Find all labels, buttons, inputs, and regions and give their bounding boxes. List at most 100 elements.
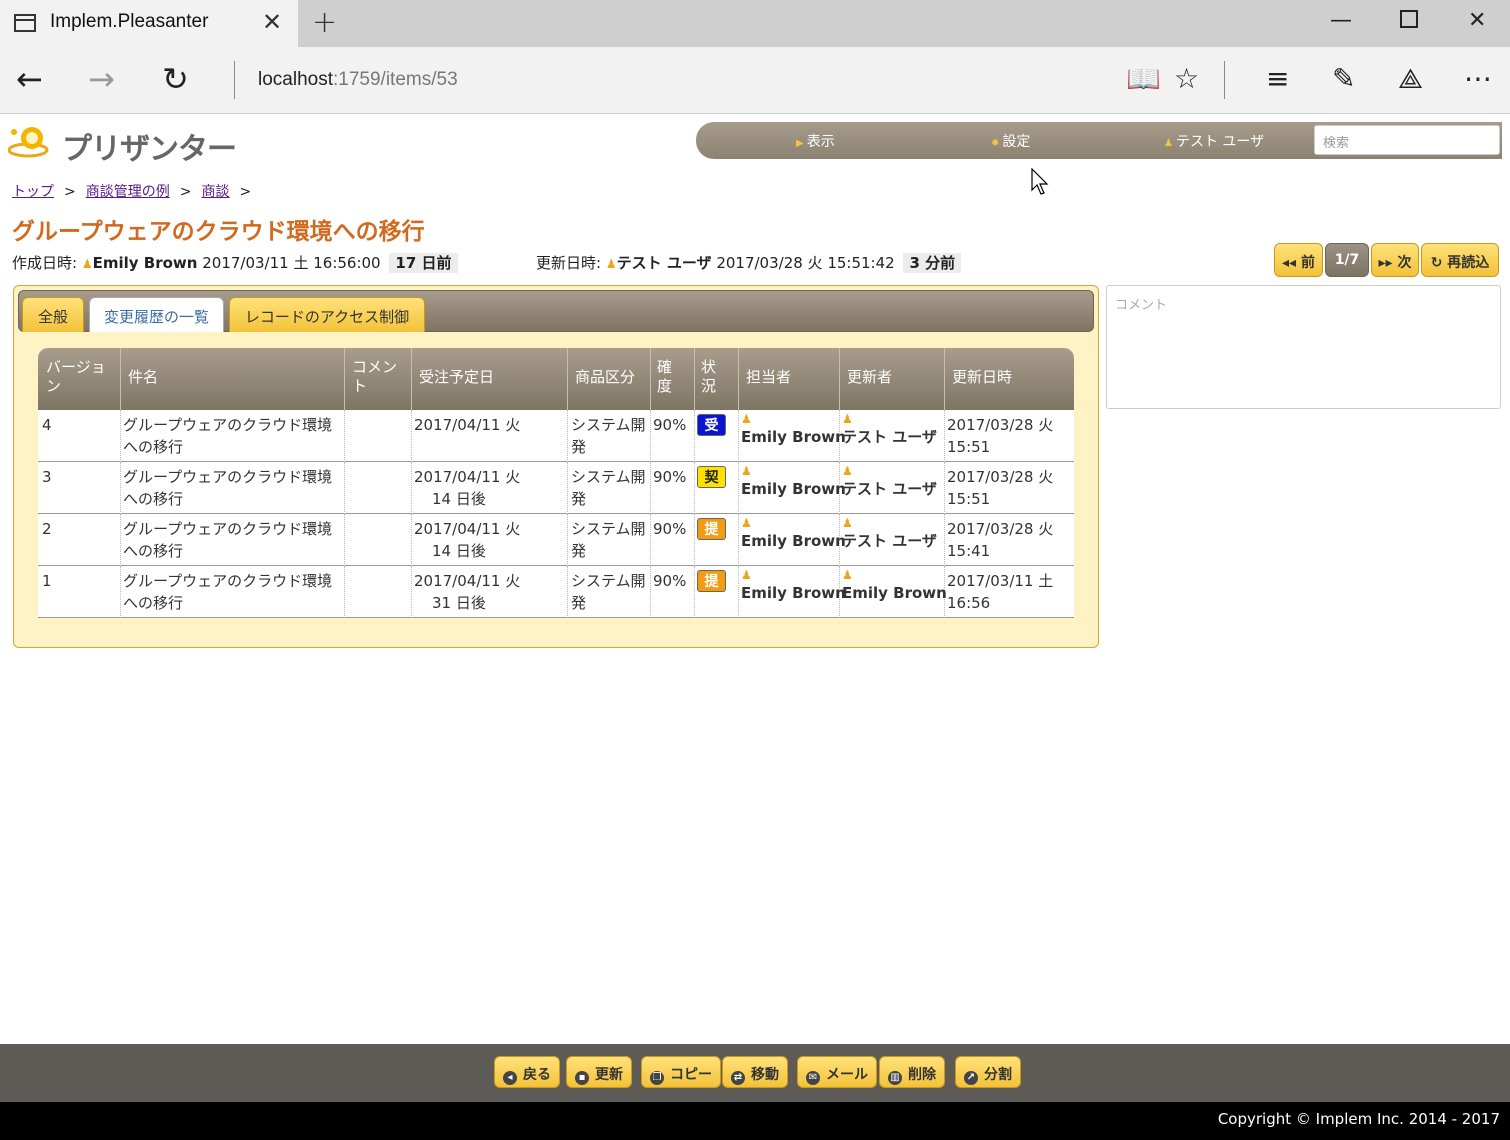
split-button[interactable]: ↗ 分割 [955, 1056, 1021, 1088]
share-icon[interactable]: ⟁ [1398, 61, 1423, 97]
table-row[interactable]: 1 グループウェアのクラウド環境 への移行 2017/04/11 火 31 日後 シ… [38, 566, 1074, 618]
col-order-date[interactable]: 受注予定日 [419, 368, 494, 387]
user-icon: ♟ [741, 516, 752, 530]
nav-view[interactable]: ▶ 表示 [796, 131, 835, 151]
cell-updated-at: 2017/03/28 火 15:51 [947, 416, 1054, 456]
updated-info: 更新日時: ♟テスト ユーザ 2017/03/28 火 15:51:42 3 分… [536, 252, 962, 273]
next-record-button[interactable]: ▸▸ 次 [1371, 243, 1419, 277]
cell-title: グループウェアのクラウド環境 への移行 [123, 520, 333, 560]
col-probability[interactable]: 確度 [657, 358, 679, 396]
cell-updated-at: 2017/03/11 土 16:56 [947, 572, 1054, 612]
cell-probability: 90% [653, 572, 687, 590]
editor-tabstrip: 全般 変更履歴の一覧 レコードのアクセス制御 [18, 290, 1094, 332]
tab-general[interactable]: 全般 [22, 297, 84, 332]
created-info: 作成日時: ♟Emily Brown 2017/03/11 土 16:56:00… [12, 252, 458, 273]
nav-user[interactable]: ♟ テスト ユーザ [1164, 131, 1264, 151]
external-link-icon: ↗ [964, 1071, 978, 1085]
browser-tab[interactable]: Implem.Pleasanter ✕ [0, 0, 298, 47]
logo-text: プリザンター [62, 132, 237, 167]
mail-icon: ✉ [806, 1071, 820, 1085]
comment-input[interactable]: コメント [1106, 285, 1501, 409]
gear-icon: ✹ [991, 138, 1000, 149]
status-badge: 提 [697, 518, 726, 540]
reload-icon: ↻ [1430, 255, 1443, 271]
copyright: Copyright © Implem Inc. 2014 - 2017 [0, 1102, 1510, 1140]
new-tab-icon[interactable]: + [312, 5, 337, 40]
window-close-icon[interactable]: ✕ [1468, 8, 1486, 33]
col-status[interactable]: 状況 [701, 358, 723, 396]
back-button[interactable]: ◂ 戻る [494, 1056, 560, 1088]
page-icon [14, 14, 36, 32]
hub-icon[interactable]: ≡ [1266, 61, 1289, 97]
delete-button[interactable]: ▥ 削除 [879, 1056, 945, 1088]
cell-updater: ♟ テスト ユーザ [842, 516, 937, 550]
col-category[interactable]: 商品区分 [575, 368, 635, 387]
tab-title: Implem.Pleasanter [50, 11, 209, 32]
reload-button[interactable]: ↻ 再読込 [1421, 243, 1499, 277]
caret-right-icon: ▶ [796, 138, 804, 149]
cell-owner: ♟ Emily Brown [741, 568, 846, 602]
minimize-icon[interactable]: — [1330, 8, 1352, 33]
created-user: Emily Brown [92, 254, 198, 272]
table-row[interactable]: 4 グループウェアのクラウド環境 への移行 2017/04/11 火 システム開発… [38, 410, 1074, 462]
cell-updated-at: 2017/03/28 火 15:41 [947, 520, 1054, 560]
logo-icon [8, 127, 49, 158]
cell-version: 2 [42, 520, 52, 538]
cell-version: 4 [42, 416, 52, 434]
close-tab-icon[interactable]: ✕ [262, 8, 282, 36]
copy-button[interactable]: ❐ コピー [641, 1056, 721, 1088]
search-input[interactable]: 検索 [1314, 125, 1500, 155]
updated-ago: 3 分前 [903, 253, 962, 273]
col-version[interactable]: バージョン [46, 358, 116, 396]
col-updater[interactable]: 更新者 [847, 368, 892, 387]
maximize-icon[interactable] [1400, 10, 1418, 28]
breadcrumb-top[interactable]: トップ [12, 184, 54, 200]
cell-updater: ♟ テスト ユーザ [842, 464, 937, 498]
reading-view-icon[interactable]: 📖 [1126, 61, 1161, 97]
record-position: 1/7 [1325, 243, 1369, 277]
created-at: 2017/03/11 土 16:56:00 [202, 254, 381, 272]
cell-category: システム開発 [571, 416, 646, 456]
cell-version: 3 [42, 468, 52, 486]
nav-settings[interactable]: ✹ 設定 [991, 131, 1030, 151]
command-bar: ◂ 戻る ▪ 更新 ❐ コピー ⇄ 移動 ✉ メール ▥ 削除 ↗ 分割 [0, 1044, 1510, 1102]
status-badge: 提 [697, 570, 726, 592]
cell-title: グループウェアのクラウド環境 への移行 [123, 416, 333, 456]
tab-history[interactable]: 変更履歴の一覧 [89, 297, 224, 332]
url-field[interactable]: localhost:1759/items/53 [258, 69, 458, 91]
prev-record-button[interactable]: ◂◂ 前 [1274, 243, 1323, 277]
col-owner[interactable]: 担当者 [746, 368, 791, 387]
cell-owner: ♟ Emily Brown [741, 412, 846, 446]
user-icon: ♟ [741, 464, 752, 478]
mail-button[interactable]: ✉ メール [797, 1056, 877, 1088]
trash-icon: ▥ [888, 1071, 902, 1085]
table-row[interactable]: 2 グループウェアのクラウド環境 への移行 2017/04/11 火 14 日後 シ… [38, 514, 1074, 566]
breadcrumb-deals[interactable]: 商談 [201, 184, 229, 200]
created-ago: 17 日前 [389, 253, 458, 273]
table-row[interactable]: 3 グループウェアのクラウド環境 への移行 2017/04/11 火 14 日後 シ… [38, 462, 1074, 514]
forward-icon[interactable]: → [88, 61, 115, 97]
more-icon[interactable]: ⋯ [1464, 61, 1492, 97]
breadcrumb-example[interactable]: 商談管理の例 [86, 184, 170, 200]
cell-title: グループウェアのクラウド環境 への移行 [123, 468, 333, 508]
save-icon: ▪ [575, 1071, 589, 1085]
back-circle-icon: ◂ [503, 1071, 517, 1085]
cell-owner: ♟ Emily Brown [741, 464, 846, 498]
tab-access-control[interactable]: レコードのアクセス制御 [229, 297, 425, 332]
editor-panel: 全般 変更履歴の一覧 レコードのアクセス制御 バージョン 件名 コメント 受注予… [13, 285, 1099, 648]
copy-icon: ❐ [650, 1071, 664, 1085]
col-title[interactable]: 件名 [128, 368, 158, 387]
page-title: グループウェアのクラウド環境への移行 [12, 219, 425, 245]
col-comment[interactable]: コメント [352, 358, 408, 396]
update-button[interactable]: ▪ 更新 [566, 1056, 632, 1088]
web-note-icon[interactable]: ✎ [1332, 61, 1355, 97]
back-icon[interactable]: ← [16, 61, 43, 97]
col-updated-at[interactable]: 更新日時 [952, 368, 1012, 387]
user-icon: ♟ [842, 464, 853, 478]
divider [1224, 61, 1225, 99]
favorite-star-icon[interactable]: ☆ [1174, 61, 1199, 97]
address-bar: ← → ↻ localhost:1759/items/53 📖 ☆ ≡ ✎ ⟁ … [0, 47, 1510, 114]
refresh-icon[interactable]: ↻ [162, 61, 189, 97]
user-icon: ♟ [842, 412, 853, 426]
move-button[interactable]: ⇄ 移動 [722, 1056, 788, 1088]
